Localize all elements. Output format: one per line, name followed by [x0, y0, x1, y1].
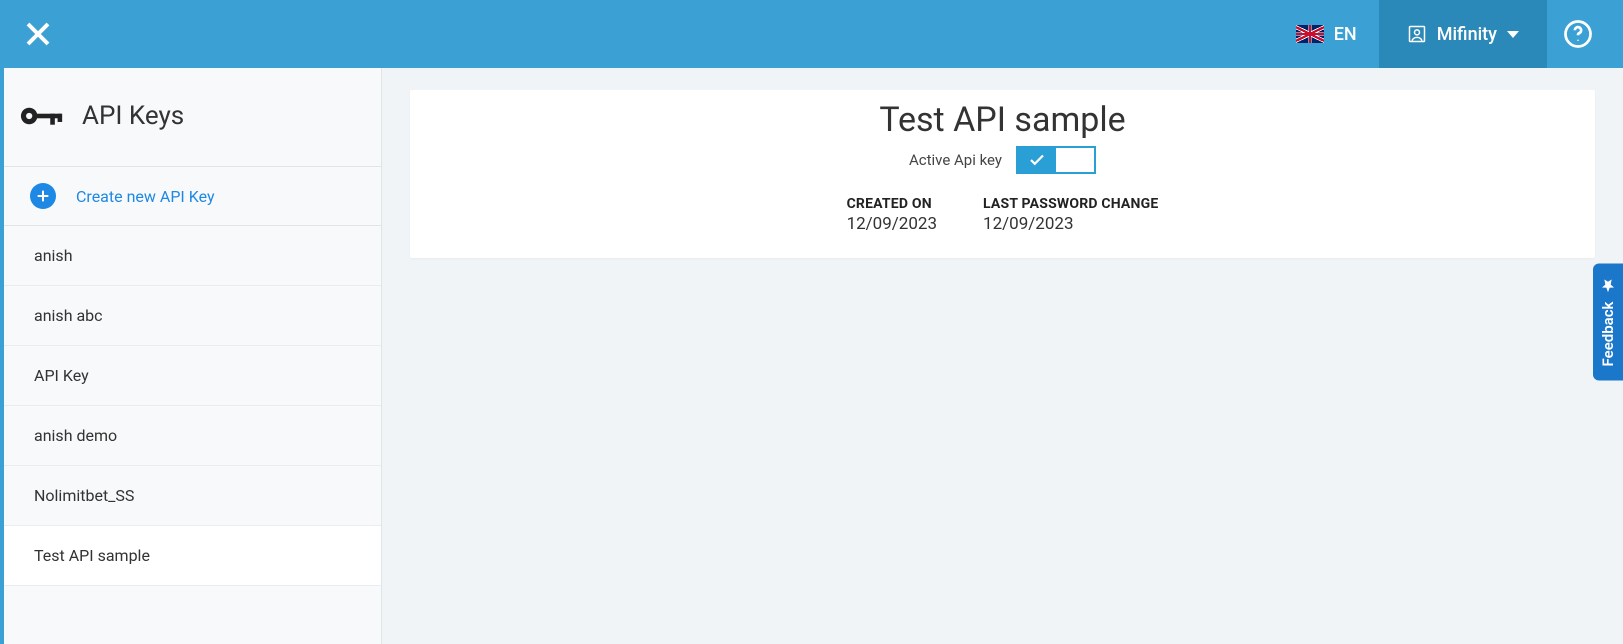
feedback-icon: [1600, 278, 1616, 294]
sidebar-header: API Keys: [4, 68, 381, 166]
key-icon: [20, 94, 64, 138]
language-selector[interactable]: EN: [1274, 0, 1379, 68]
sidebar-item[interactable]: Nolimitbet_SS: [4, 466, 381, 526]
sidebar-item[interactable]: anish demo: [4, 406, 381, 466]
api-key-list: anishanish abcAPI Keyanish demoNolimitbe…: [4, 226, 381, 644]
created-on-label: CREATED ON: [847, 196, 937, 212]
last-password-change-label: LAST PASSWORD CHANGE: [983, 196, 1158, 212]
created-on-value: 12/09/2023: [847, 214, 937, 234]
uk-flag-icon: [1296, 25, 1324, 43]
plus-icon: [30, 183, 56, 209]
sidebar-item[interactable]: anish abc: [4, 286, 381, 346]
close-icon: [23, 19, 53, 49]
active-label: Active Api key: [909, 151, 1002, 169]
active-toggle[interactable]: [1016, 146, 1096, 174]
main-content: Test API sample Active Api key CREATED O…: [382, 68, 1623, 644]
sidebar-item[interactable]: anish: [4, 226, 381, 286]
help-button[interactable]: [1547, 0, 1609, 68]
help-icon: [1563, 19, 1593, 49]
chevron-down-icon: [1507, 31, 1519, 38]
api-key-detail-card: Test API sample Active Api key CREATED O…: [410, 90, 1595, 258]
sidebar: API Keys Create new API Key anishanish a…: [4, 68, 382, 644]
account-menu[interactable]: Mifinity: [1379, 0, 1547, 68]
api-key-title: Test API sample: [430, 100, 1575, 140]
account-name: Mifinity: [1437, 24, 1497, 45]
language-code: EN: [1334, 24, 1357, 45]
check-icon: [1028, 151, 1046, 169]
create-api-key-label: Create new API Key: [76, 187, 215, 206]
feedback-tab[interactable]: Feedback: [1593, 264, 1623, 381]
close-button[interactable]: [20, 16, 56, 52]
topbar: EN Mifinity: [0, 0, 1623, 68]
sidebar-item[interactable]: API Key: [4, 346, 381, 406]
account-icon: [1407, 24, 1427, 44]
create-api-key-button[interactable]: Create new API Key: [4, 166, 381, 226]
sidebar-title: API Keys: [82, 101, 184, 131]
feedback-label: Feedback: [1599, 302, 1617, 367]
last-password-change-value: 12/09/2023: [983, 214, 1158, 234]
sidebar-item[interactable]: Test API sample: [4, 526, 381, 586]
